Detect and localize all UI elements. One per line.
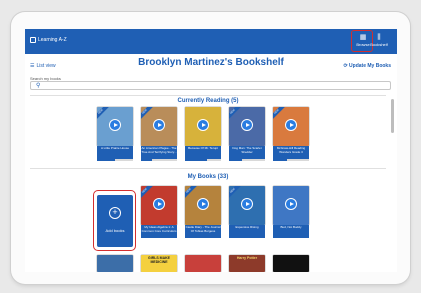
- scrollbar[interactable]: [391, 99, 394, 133]
- play-icon[interactable]: [153, 119, 165, 131]
- top-nav-bar: Learning A-Z ▦ Browse ⫼ Bookshelf: [25, 29, 397, 54]
- book-title: Expensive Rising: [229, 225, 265, 238]
- book-title: My Ideas Algebra 1: A Common Core Curric…: [141, 225, 177, 238]
- new-badge: NEW: [97, 107, 110, 121]
- new-badge: NEW: [141, 107, 154, 121]
- bookshelf-label: Bookshelf: [370, 42, 388, 47]
- book-cover[interactable]: NEW: [141, 186, 177, 225]
- play-icon[interactable]: [197, 198, 209, 210]
- book-cover[interactable]: NEW: [229, 107, 265, 146]
- reading-progress: [141, 159, 177, 161]
- new-badge: NEW: [185, 186, 198, 200]
- section-divider: [30, 168, 386, 169]
- reading-progress: [229, 159, 265, 161]
- page-title: Brooklyn Martinez's Bookshelf: [138, 57, 284, 68]
- book-cover[interactable]: NEW: [141, 107, 177, 146]
- play-icon[interactable]: [241, 198, 253, 210]
- plus-icon: +: [109, 207, 121, 219]
- reading-progress: [185, 159, 221, 161]
- play-icon[interactable]: [285, 119, 297, 131]
- book-cover[interactable]: [185, 107, 221, 146]
- update-books-button[interactable]: ⟳ Update My Books: [343, 63, 391, 69]
- book-cover[interactable]: [273, 186, 309, 225]
- book-title: McGraw-Hill Reading Wonders Grade 3: [273, 146, 309, 159]
- reading-progress: [97, 159, 133, 161]
- play-icon[interactable]: [285, 198, 297, 210]
- book-cover[interactable]: GIRLS MAKE MEDICINE: [141, 255, 177, 272]
- bookshelf-button[interactable]: ⫼ Bookshelf: [368, 32, 390, 50]
- play-icon[interactable]: [109, 119, 121, 131]
- refresh-icon: ⟳: [343, 63, 348, 69]
- brand-icon: [30, 37, 36, 43]
- tablet-frame: Learning A-Z ▦ Browse ⫼ Bookshelf BM ☰ L…: [11, 12, 410, 284]
- currently-reading-heading: Currently Reading (5): [177, 98, 239, 104]
- book-title: Castle Diary - The Journal Of Tobias Bur…: [185, 225, 221, 238]
- book-title: Dog Man: The Scarlet Shedder: [229, 146, 265, 159]
- search-input[interactable]: ⚲: [30, 81, 391, 90]
- update-label: Update My Books: [349, 63, 391, 69]
- cover-text: GIRLS MAKE MEDICINE: [148, 256, 170, 264]
- book-cover[interactable]: Harry Potter: [229, 255, 265, 272]
- reading-progress: [273, 159, 309, 161]
- app-screen: Learning A-Z ▦ Browse ⫼ Bookshelf BM ☰ L…: [25, 29, 397, 272]
- book-cover[interactable]: NEW: [273, 107, 309, 146]
- new-badge: NEW: [273, 107, 286, 121]
- brand-name: Learning A-Z: [38, 37, 67, 43]
- book-title: Because Of Mr. Terupt: [185, 146, 221, 159]
- my-books-heading: My Books (33): [187, 174, 229, 180]
- book-cover[interactable]: NEW: [229, 186, 265, 225]
- book-cover[interactable]: [185, 255, 221, 272]
- book-cover[interactable]: [97, 255, 133, 272]
- book-cover[interactable]: NEW: [185, 186, 221, 225]
- section-divider: [30, 95, 386, 96]
- book-cover[interactable]: [273, 255, 309, 272]
- brand-logo[interactable]: Learning A-Z: [30, 37, 67, 43]
- book-title: An American Plague - The True And Terrif…: [141, 146, 177, 159]
- add-books-button[interactable]: + Add books: [97, 195, 133, 247]
- bookshelf-icon: ⫼: [377, 34, 381, 41]
- new-badge: NEW: [229, 107, 242, 121]
- new-badge: NEW: [229, 186, 242, 200]
- cover-text: Harry Potter: [236, 256, 258, 260]
- add-books-label: Add books: [105, 228, 125, 233]
- play-icon[interactable]: [197, 119, 209, 131]
- play-icon[interactable]: [241, 119, 253, 131]
- search-icon: ⚲: [36, 83, 41, 89]
- book-title: Bud, Not Buddy: [273, 225, 309, 238]
- book-cover[interactable]: NEW: [97, 107, 133, 146]
- new-badge: NEW: [141, 186, 154, 200]
- book-title: A Little Prairie House: [97, 146, 133, 159]
- play-icon[interactable]: [153, 198, 165, 210]
